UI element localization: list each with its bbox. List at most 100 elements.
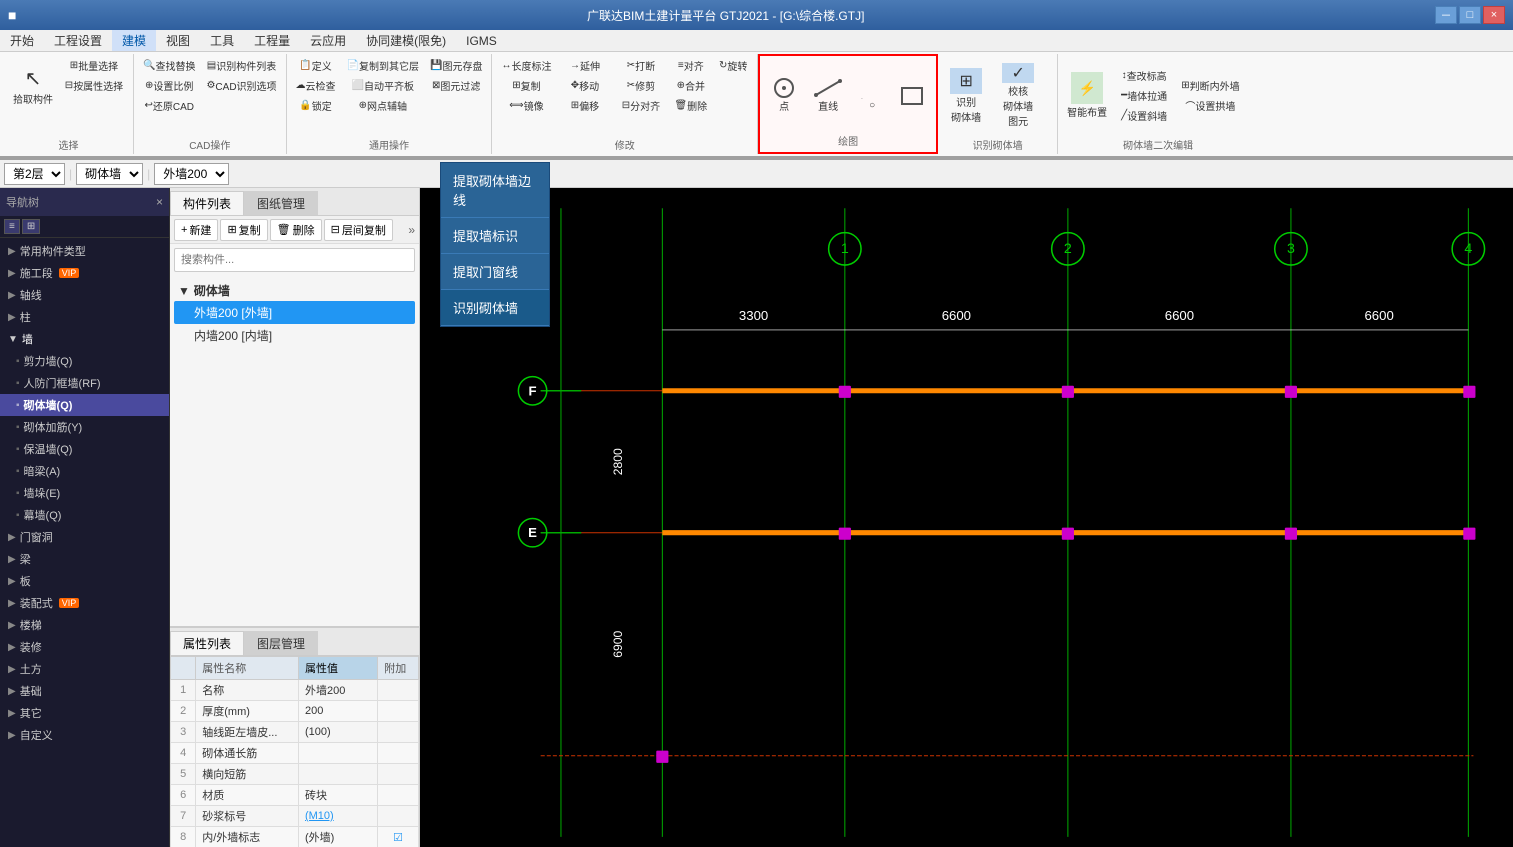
comp-copy-btn[interactable]: ⊞ 复制 [220,219,267,241]
nav-item-custom[interactable]: ▶ 自定义 [0,724,169,746]
search-input[interactable] [174,248,415,272]
ribbon-btn-offset[interactable]: ⊞ 偏移 [557,96,612,115]
dropdown-item-extract-boundary[interactable]: 提取砌体墙边线 [441,163,549,218]
ribbon-btn-copy[interactable]: ⊞ 复制 [496,76,556,95]
prop-row-value-3[interactable] [298,743,377,764]
nav-item-hidden-beam[interactable]: ▪ 暗梁(A) [0,460,169,482]
menu-quantities[interactable]: 工程量 [244,30,300,51]
prop-row-check-6[interactable] [378,806,419,827]
canvas-area[interactable]: 1 2 3 4 F E 3300 6600 6600 [420,188,1513,847]
nav-item-shear-wall[interactable]: ▪ 剪力墙(Q) [0,350,169,372]
ribbon-btn-find-replace[interactable]: 🔍 查找替换 [138,56,200,75]
menu-igms[interactable]: IGMS [456,30,507,51]
ribbon-btn-restore-cad[interactable]: ↩ 还原CAD [138,96,200,115]
prop-row-check-3[interactable] [378,743,419,764]
ribbon-btn-lock[interactable]: 🔒 锁定 [291,96,341,115]
ribbon-btn-smart-layout[interactable]: ⚡ 智能布置 [1062,65,1112,127]
comp-new-btn[interactable]: + 新建 [174,219,218,241]
ribbon-btn-extend[interactable]: → 延伸 [557,56,612,75]
ribbon-btn-set-arch[interactable]: ⌒ 设置拱墙 [1176,96,1244,115]
ribbon-btn-change-height[interactable]: ↕ 查改标高 [1116,66,1172,85]
ribbon-btn-grid-axis[interactable]: ⊕ 网点辅轴 [342,96,424,115]
nav-expand-btn[interactable]: ≡ [4,219,20,234]
nav-item-earthwork[interactable]: ▶ 土方 [0,658,169,680]
ribbon-btn-merge[interactable]: ⊕ 合并 [669,76,712,95]
prop-row-value-1[interactable]: 200 [298,701,377,722]
ribbon-btn-mirror[interactable]: ⟺ 镜像 [496,96,556,115]
nav-item-slab[interactable]: ▶ 板 [0,570,169,592]
ribbon-btn-draw-rect[interactable] [896,71,928,121]
ribbon-btn-delete[interactable]: 🗑 删除 [669,96,712,115]
nav-item-wall-pier[interactable]: ▪ 墙垛(E) [0,482,169,504]
prop-row-value-7[interactable]: (外墙) [298,827,377,847]
ribbon-btn-filter-select[interactable]: ⊟ 按属性选择 [59,76,129,95]
tab-drawing-management[interactable]: 图纸管理 [244,191,318,215]
prop-row-value-5[interactable]: 砖块 [298,785,377,806]
nav-item-insulation-wall[interactable]: ▪ 保温墙(Q) [0,438,169,460]
menu-tools[interactable]: 工具 [200,30,244,51]
ribbon-btn-draw-line[interactable]: 直线 [808,71,848,121]
tab-component-list[interactable]: 构件列表 [170,191,244,215]
nav-item-stair[interactable]: ▶ 楼梯 [0,614,169,636]
comp-item-inner-wall-200[interactable]: 内墙200 [内墙] [174,324,415,347]
prop-row-check-1[interactable] [378,701,419,722]
nav-item-door-window[interactable]: ▶ 门窗洞 [0,526,169,548]
dropdown-item-extract-label[interactable]: 提取墙标识 [441,218,549,254]
ribbon-btn-auto-floor[interactable]: ⬜ 自动平齐板 [342,76,424,95]
nav-item-curtain-wall[interactable]: ▪ 幕墙(Q) [0,504,169,526]
nav-item-beam[interactable]: ▶ 梁 [0,548,169,570]
nav-item-common[interactable]: ▶ 常用构件类型 [0,240,169,262]
nav-item-decoration[interactable]: ▶ 装修 [0,636,169,658]
ribbon-btn-draw-arc[interactable]: ○ [856,71,888,121]
prop-row-value-2[interactable]: (100) [298,722,377,743]
close-button[interactable]: × [1483,6,1505,24]
prop-row-value-6[interactable]: (M10) [298,806,377,827]
prop-row-value-0[interactable]: 外墙200 [298,680,377,701]
prop-row-check-4[interactable] [378,764,419,785]
ribbon-btn-split-align[interactable]: ⊟ 分对齐 [613,96,668,115]
menu-modeling[interactable]: 建模 [112,30,156,51]
dropdown-item-identify-masonry[interactable]: 识别砌体墙 [441,290,549,326]
minimize-button[interactable]: － [1435,6,1457,24]
menu-project-settings[interactable]: 工程设置 [44,30,112,51]
ribbon-btn-dimension[interactable]: ↔ 长度标注 [496,56,556,75]
prop-row-check-0[interactable] [378,680,419,701]
ribbon-btn-save-element[interactable]: 💾 图元存盘 [425,56,487,75]
ribbon-btn-identify-masonry[interactable]: ⊞ 识别砌体墙 [942,65,990,127]
ribbon-btn-batch-select[interactable]: ⊞ 批量选择 [59,56,129,75]
maximize-button[interactable]: □ [1459,6,1481,24]
expand-icon[interactable]: » [408,223,415,237]
ribbon-btn-check-masonry[interactable]: ✓ 校核砌体墙图元 [994,65,1042,127]
tab-layer-management[interactable]: 图层管理 [244,631,318,655]
menu-view[interactable]: 视图 [156,30,200,51]
dropdown-item-extract-window[interactable]: 提取门窗线 [441,254,549,290]
prop-row-value-4[interactable] [298,764,377,785]
nav-item-prefab[interactable]: ▶ 装配式 VIP [0,592,169,614]
ribbon-btn-define[interactable]: 📋 定义 [291,56,341,75]
ribbon-btn-identify-comp[interactable]: ▤ 识别构件列表 [201,56,281,75]
ribbon-btn-copy-layer[interactable]: 📄 复制到其它层 [342,56,424,75]
nav-tree-close[interactable]: × [156,195,163,209]
ribbon-btn-break[interactable]: ✂ 打断 [613,56,668,75]
nav-item-construction-stage[interactable]: ▶ 施工段 VIP [0,262,169,284]
nav-item-axis[interactable]: ▶ 轴线 [0,284,169,306]
prop-row-check-5[interactable] [378,785,419,806]
nav-item-antiblast-wall[interactable]: ▪ 人防门框墙(RF) [0,372,169,394]
nav-item-foundation[interactable]: ▶ 基础 [0,680,169,702]
comp-item-outer-wall-200[interactable]: 外墙200 [外墙] [174,301,415,324]
prop-row-check-7[interactable]: ☑ [378,827,419,847]
ribbon-btn-wall-through[interactable]: ━ 墙体拉通 [1116,86,1172,105]
ribbon-btn-pick[interactable]: ↖ 拾取构件 [8,56,58,118]
comp-delete-btn[interactable]: 🗑 删除 [270,219,322,241]
menu-cloud[interactable]: 云应用 [300,30,356,51]
nav-grid-btn[interactable]: ⊞ [22,219,40,234]
ribbon-btn-filter[interactable]: ⊠ 图元过滤 [425,76,487,95]
subtype-select[interactable]: 外墙200 [154,163,229,185]
nav-item-masonry-wall[interactable]: ▪ 砌体墙(Q) [0,394,169,416]
ribbon-btn-rotate[interactable]: ↻ 旋转 [713,56,753,75]
floor-select[interactable]: 第2层 [4,163,65,185]
tab-props-list[interactable]: 属性列表 [170,631,244,655]
nav-item-column[interactable]: ▶ 柱 [0,306,169,328]
comp-floor-copy-btn[interactable]: ⊟ 层间复制 [324,219,393,241]
ribbon-btn-set-slope[interactable]: ╱ 设置斜墙 [1116,106,1172,125]
